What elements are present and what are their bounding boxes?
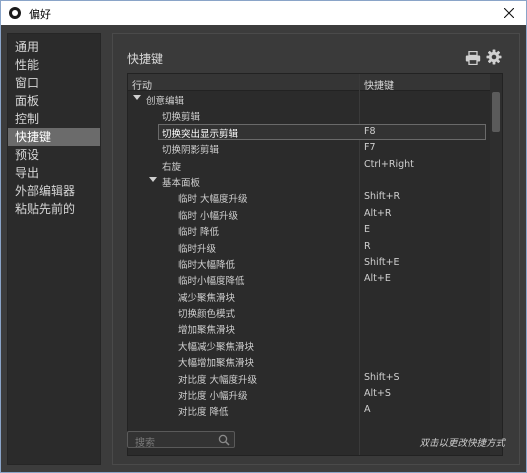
row-action-label: 临时 大幅度升级: [178, 194, 248, 206]
table-row[interactable]: 大幅增加聚焦滑块: [128, 353, 490, 369]
row-action-label: 切换剪辑: [162, 112, 201, 124]
table-row[interactable]: 基本面板: [128, 173, 490, 189]
row-action-label: 减少聚焦滑块: [178, 292, 236, 304]
table-row[interactable]: 大幅减少聚焦滑块: [128, 337, 490, 353]
row-action-label: 大幅增加聚焦滑块: [178, 358, 255, 370]
row-action-label: 临时 降低: [178, 227, 220, 239]
row-action-label: 切换阴影剪辑: [162, 145, 220, 157]
row-action-label: 基本面板: [162, 177, 201, 189]
scrollbar-thumb[interactable]: [492, 92, 500, 132]
row-action-label: 临时升级: [178, 243, 217, 255]
row-action-label: 切换突出显示剪辑: [162, 128, 239, 140]
table-row[interactable]: 增加聚焦滑块: [128, 320, 490, 336]
app-icon: [9, 7, 21, 19]
sidebar-item[interactable]: 性能: [8, 56, 100, 74]
row-shortcut-key: A: [364, 404, 371, 416]
sidebar-item[interactable]: 面板: [8, 92, 100, 110]
window-title: 偏好: [29, 8, 51, 21]
expand-triangle-icon[interactable]: [133, 95, 141, 100]
search-placeholder: 搜索: [135, 438, 155, 449]
table-row[interactable]: 切换颜色模式: [128, 304, 490, 320]
print-icon[interactable]: [465, 51, 481, 65]
expand-triangle-icon[interactable]: [149, 176, 157, 182]
row-shortcut-key: Shift+E: [364, 256, 400, 268]
sidebar-item[interactable]: 导出: [8, 164, 100, 182]
column-header-action[interactable]: 行动: [132, 77, 152, 92]
sidebar-item[interactable]: 控制: [8, 110, 100, 128]
category-sidebar: 通用 性能 窗口 面板 控制 快捷键 预设 导出 外部编辑器 粘贴先前的: [7, 33, 101, 465]
table-row[interactable]: 临时 大幅度升级 Shift+R: [128, 189, 490, 205]
row-action-label: 对比度 大幅度升级: [178, 374, 258, 386]
table-row[interactable]: 切换阴影剪辑 F7: [128, 140, 490, 156]
row-action-label: 切换颜色模式: [178, 309, 236, 321]
table-body: 创意编辑切换剪辑切换突出显示剪辑 F8 切换阴影剪辑 F7 右旋 Ctrl+Right 基本…: [128, 91, 490, 419]
row-shortcut-key: Shift+S: [364, 371, 400, 383]
close-button[interactable]: [492, 1, 526, 25]
table-row[interactable]: 减少聚焦滑块: [128, 288, 490, 304]
table-row[interactable]: 对比度 小幅升级 Alt+S: [128, 386, 490, 402]
table-row[interactable]: 右旋 Ctrl+Right: [128, 157, 490, 173]
gear-icon[interactable]: [486, 49, 502, 65]
row-shortcut-key: Ctrl+Right: [364, 158, 414, 170]
table-row[interactable]: 临时大幅降低 Shift+E: [128, 255, 490, 271]
title-bar: 偏好: [1, 1, 526, 25]
preferences-window: 偏好 通用 性能 窗口 面板 控制 快捷键 预设 导出 外部编辑器 粘贴先前的 快捷键: [0, 0, 527, 473]
search-field[interactable]: 搜索: [127, 431, 235, 449]
row-action-label: 临时大幅降低: [178, 259, 236, 271]
table-row[interactable]: 临时 小幅升级 Alt+R: [128, 206, 490, 222]
table-row[interactable]: 对比度 大幅度升级 Shift+S: [128, 370, 490, 386]
row-shortcut-key: F7: [364, 142, 376, 154]
sidebar-item[interactable]: 通用: [8, 38, 100, 56]
search-icon: [218, 434, 230, 446]
row-action-label: 大幅减少聚焦滑块: [178, 341, 255, 353]
row-action-label: 对比度 降低: [178, 407, 229, 419]
shortcuts-panel: 快捷键 行动 快捷键 创意编辑切换剪辑切换突出显示剪辑 F8 切换阴影剪辑 F7 右旋 C…: [112, 33, 520, 465]
row-action-label: 临时 小幅升级: [178, 210, 239, 222]
table-row[interactable]: 临时小幅度降低 Alt+E: [128, 271, 490, 287]
close-icon: [504, 8, 514, 18]
row-shortcut-key: Alt+R: [364, 207, 392, 219]
row-shortcut-key: Alt+E: [364, 273, 391, 285]
sidebar-item[interactable]: 快捷键: [8, 128, 100, 146]
sidebar-item[interactable]: 粘贴先前的: [8, 200, 100, 218]
table-row[interactable]: 切换剪辑: [128, 107, 490, 123]
row-shortcut-key: E: [364, 224, 371, 236]
row-action-label: 右旋: [162, 161, 182, 173]
row-shortcut-key: Alt+S: [364, 388, 391, 400]
row-shortcut-key: F8: [364, 125, 376, 137]
table-row[interactable]: 创意编辑: [128, 91, 490, 107]
sidebar-item[interactable]: 外部编辑器: [8, 182, 100, 200]
table-row[interactable]: 切换突出显示剪辑 F8: [128, 123, 490, 141]
table-row[interactable]: 临时 降低 E: [128, 222, 490, 238]
row-action-label: 创意编辑: [146, 96, 185, 107]
vertical-scrollbar[interactable]: [490, 74, 502, 455]
row-action-label: 临时小幅度降低: [178, 276, 245, 288]
table-header: 行动 快捷键: [128, 74, 490, 92]
panel-title: 快捷键: [127, 52, 164, 66]
edit-hint-text: 双击以更改快捷方式: [419, 438, 505, 449]
shortcuts-table: 行动 快捷键 创意编辑切换剪辑切换突出显示剪辑 F8 切换阴影剪辑 F7 右旋 Ctrl+…: [127, 73, 503, 456]
sidebar-item[interactable]: 预设: [8, 146, 100, 164]
sidebar-item[interactable]: 窗口: [8, 74, 100, 92]
row-shortcut-key: Shift+R: [364, 191, 401, 203]
row-action-label: 增加聚焦滑块: [178, 325, 236, 337]
table-row[interactable]: 对比度 降低 A: [128, 402, 490, 418]
column-header-shortcut[interactable]: 快捷键: [364, 77, 394, 92]
table-row[interactable]: 临时升级 R: [128, 239, 490, 255]
row-shortcut-key: R: [364, 240, 371, 252]
row-action-label: 对比度 小幅升级: [178, 391, 248, 403]
